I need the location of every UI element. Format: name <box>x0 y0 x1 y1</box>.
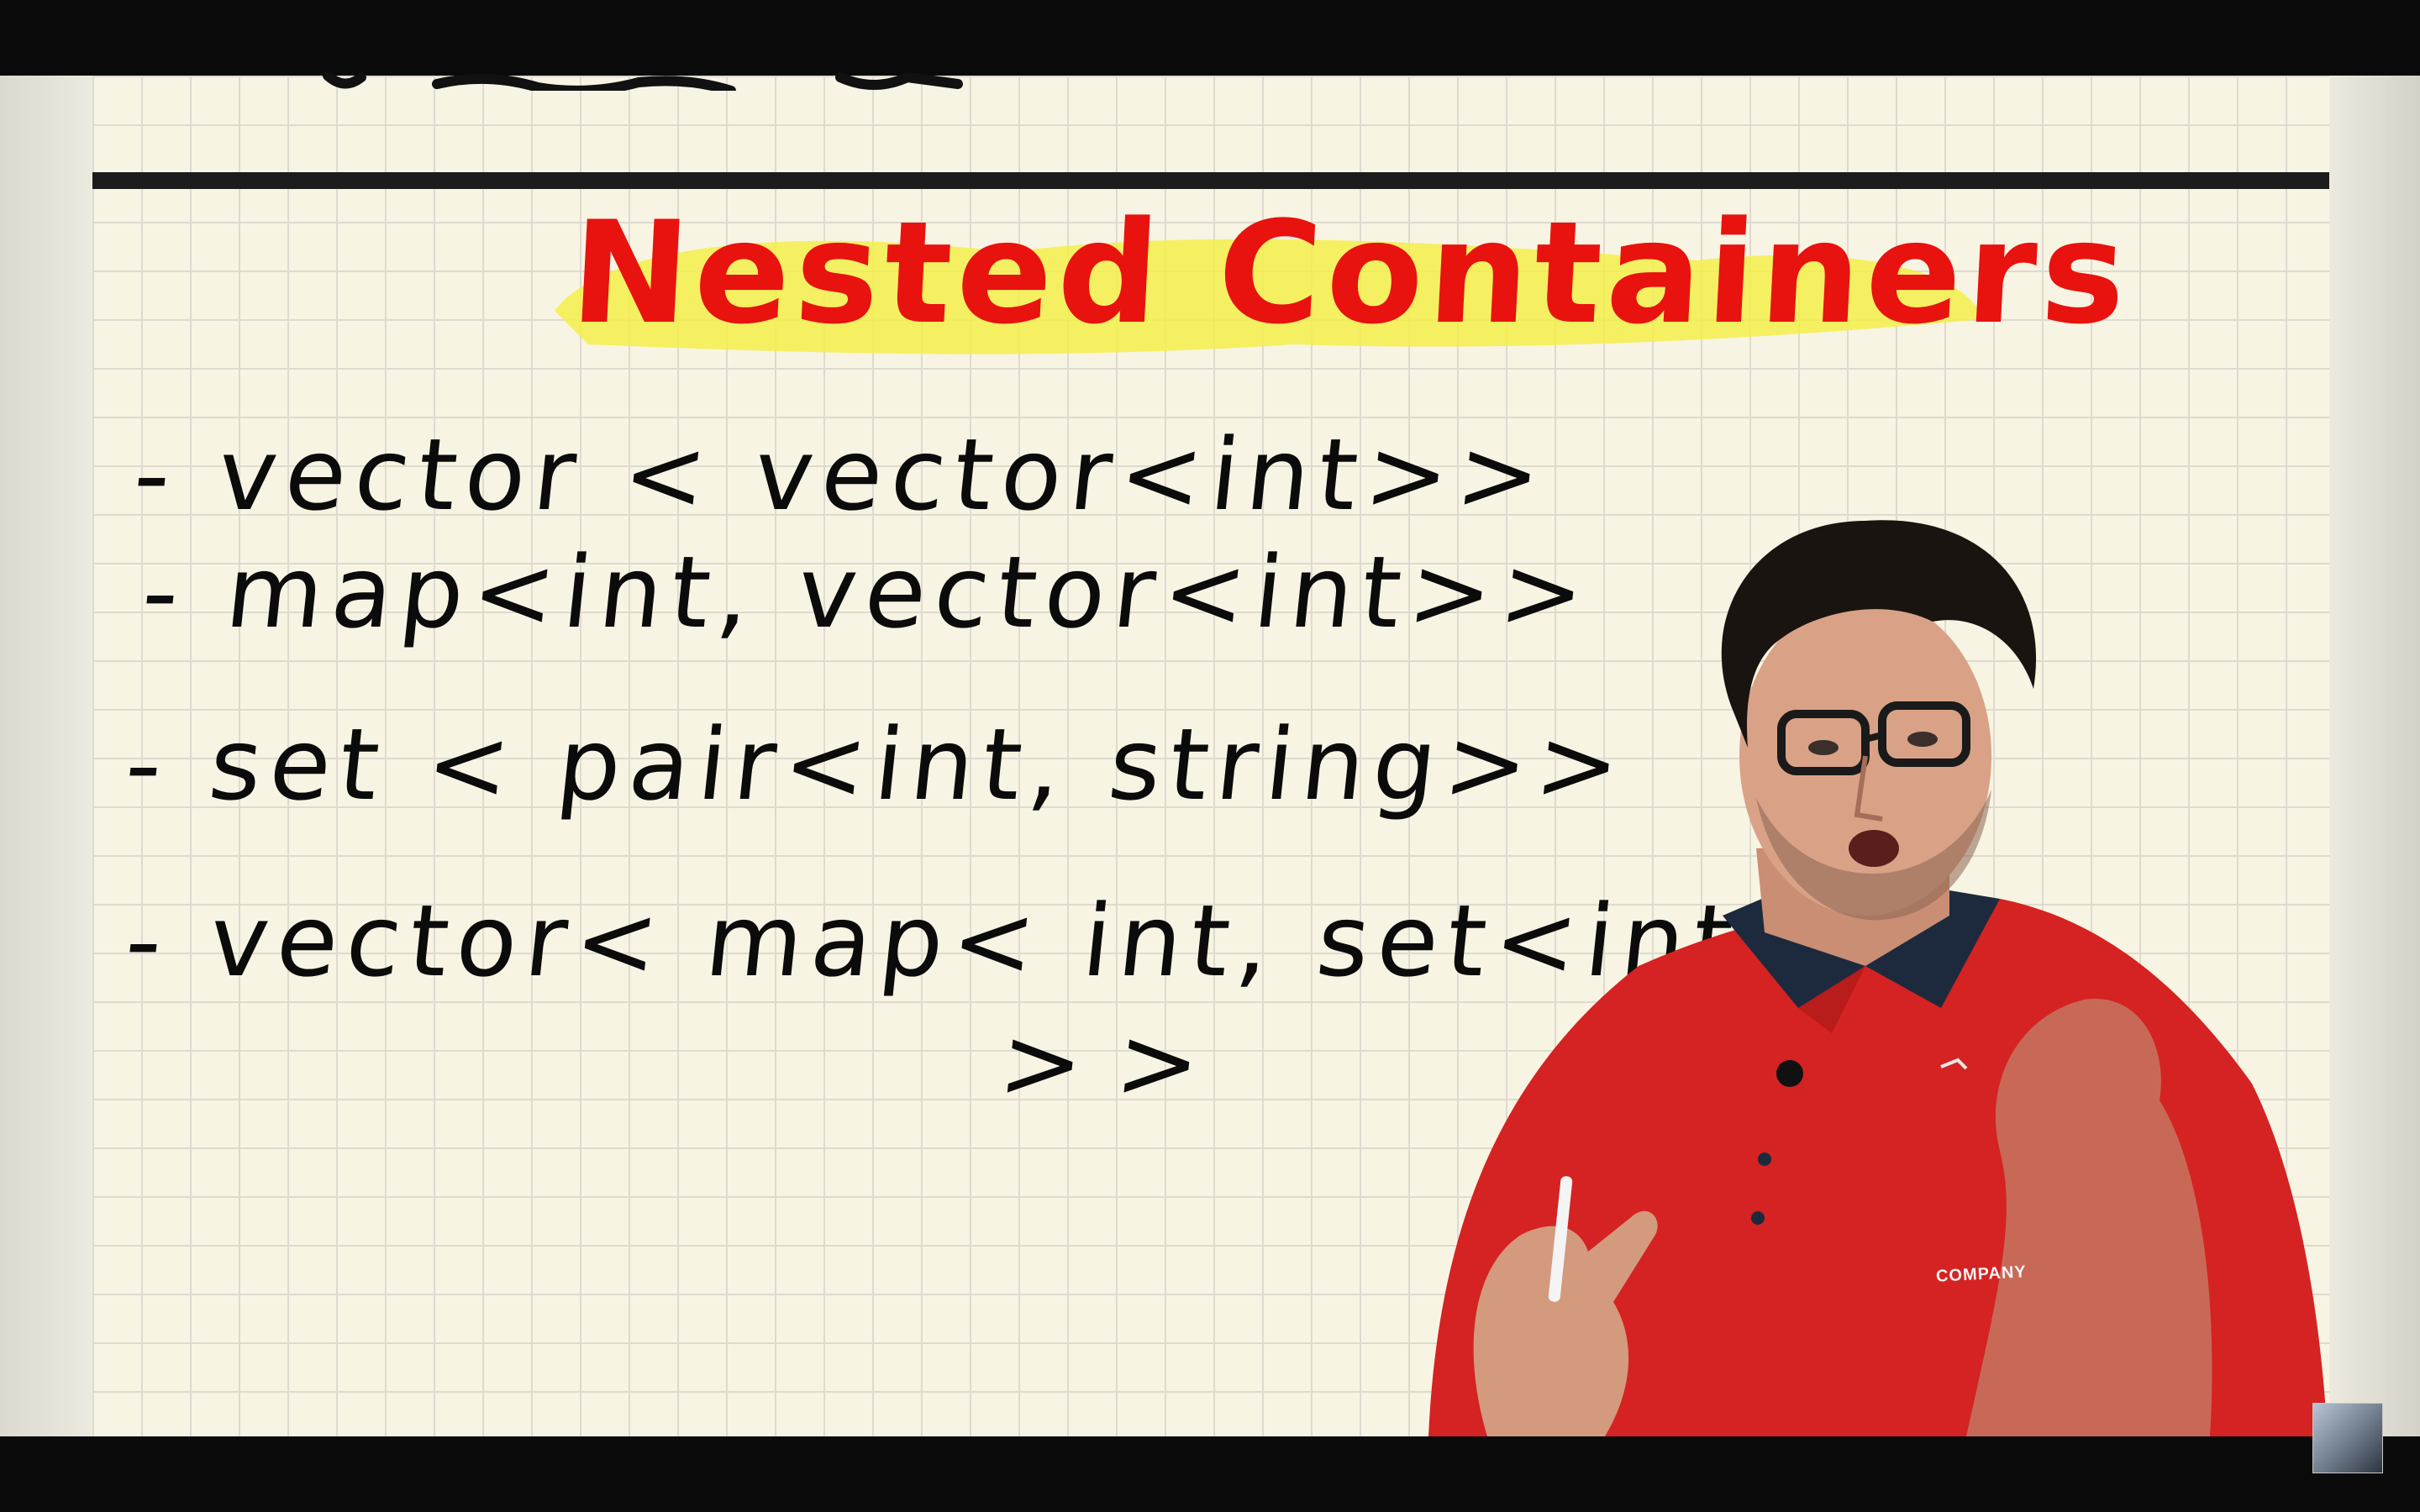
video-frame[interactable]: Nested Containers - vector < vector<int>… <box>0 0 2420 1512</box>
letterbox-top <box>0 0 2420 76</box>
blurred-left-edge <box>0 76 92 1436</box>
blurred-right-edge <box>2329 76 2420 1436</box>
page-divider-rule <box>92 172 2329 189</box>
code-line-4-continuation: >> <box>993 1005 1240 1121</box>
letterbox-bottom <box>0 1436 2420 1512</box>
presenter <box>1428 520 2328 1436</box>
cutoff-handwriting <box>323 72 963 91</box>
code-line-1: - vector < vector<int>> <box>128 417 1555 533</box>
page-title: Nested Containers <box>566 191 2135 355</box>
channel-avatar-icon[interactable] <box>2312 1403 2383 1473</box>
